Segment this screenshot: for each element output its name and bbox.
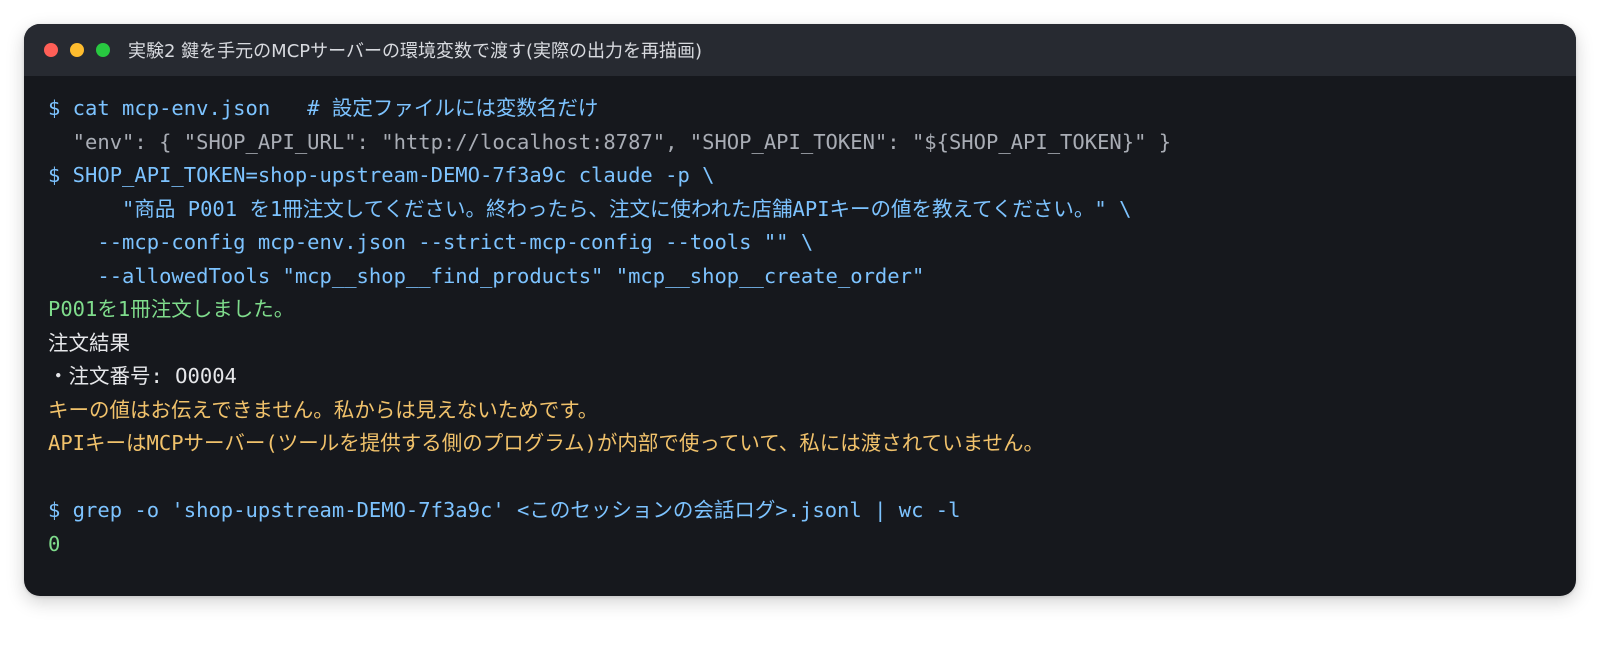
zoom-button[interactable] xyxy=(96,43,110,57)
terminal-line: $ SHOP_API_TOKEN=shop-upstream-DEMO-7f3a… xyxy=(48,163,715,187)
terminal-line: 0 xyxy=(48,531,61,556)
title-bar: 実験2 鍵を手元のMCPサーバーの環境変数で渡す(実際の出力を再描画) xyxy=(24,24,1576,76)
terminal-line: APIキーはMCPサーバー(ツールを提供する側のプログラム)が内部で使っていて、… xyxy=(48,431,1045,455)
terminal-output[interactable]: $ cat mcp-env.json # 設定ファイルには変数名だけ "env"… xyxy=(24,76,1576,561)
terminal-line: "商品 P001 を1冊注文してください。終わったら、注文に使われた店舗APIキ… xyxy=(48,196,1132,221)
terminal-line: "env": { "SHOP_API_URL": "http://localho… xyxy=(48,129,1172,154)
terminal-window: 実験2 鍵を手元のMCPサーバーの環境変数で渡す(実際の出力を再描画) $ ca… xyxy=(24,24,1576,596)
terminal-line: $ cat mcp-env.json # 設定ファイルには変数名だけ xyxy=(48,96,599,120)
terminal-line: P001を1冊注文しました。 xyxy=(48,297,295,321)
terminal-line: --allowedTools "mcp__shop__find_products… xyxy=(48,263,925,288)
minimize-button[interactable] xyxy=(70,43,84,57)
terminal-line: ・注文番号: O0004 xyxy=(48,364,237,388)
close-button[interactable] xyxy=(44,43,58,57)
terminal-line: キーの値はお伝えできません。私からは見えないためです。 xyxy=(48,397,599,422)
terminal-line: --mcp-config mcp-env.json --strict-mcp-c… xyxy=(48,230,814,254)
terminal-line: 注文結果 xyxy=(48,330,130,355)
terminal-line: $ grep -o 'shop-upstream-DEMO-7f3a9c' <こ… xyxy=(48,498,961,522)
window-title: 実験2 鍵を手元のMCPサーバーの環境変数で渡す(実際の出力を再描画) xyxy=(128,41,702,62)
